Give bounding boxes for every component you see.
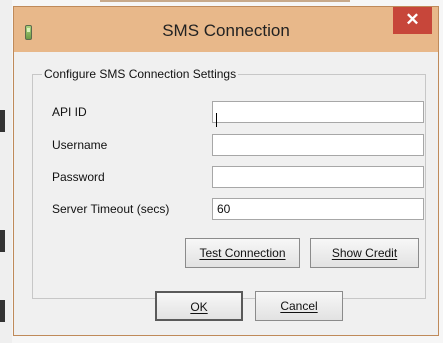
username-input[interactable] bbox=[212, 134, 424, 156]
server-timeout-input[interactable] bbox=[212, 198, 424, 220]
background-mark bbox=[0, 300, 5, 322]
sms-connection-dialog: SMS Connection ✕ Configure SMS Connectio… bbox=[13, 6, 439, 336]
text-caret bbox=[216, 113, 217, 127]
dialog-body: Configure SMS Connection Settings API ID… bbox=[22, 52, 430, 328]
background-window-edge bbox=[0, 0, 12, 343]
title-bar[interactable]: SMS Connection ✕ bbox=[14, 7, 438, 52]
ok-button[interactable]: OK bbox=[155, 291, 243, 321]
test-connection-button[interactable]: Test Connection bbox=[185, 238, 300, 268]
close-button[interactable]: ✕ bbox=[393, 7, 432, 34]
show-credit-button[interactable]: Show Credit bbox=[310, 238, 419, 268]
settings-group-legend: Configure SMS Connection Settings bbox=[42, 67, 239, 81]
desktop-area: SMS Connection ✕ Configure SMS Connectio… bbox=[0, 0, 443, 343]
server-timeout-label: Server Timeout (secs) bbox=[52, 202, 170, 216]
cancel-button[interactable]: Cancel bbox=[255, 291, 343, 321]
api-id-input[interactable] bbox=[212, 101, 424, 123]
background-mark bbox=[0, 230, 5, 252]
username-label: Username bbox=[52, 138, 108, 152]
window-title: SMS Connection bbox=[162, 21, 290, 40]
password-input[interactable] bbox=[212, 166, 424, 188]
password-label: Password bbox=[52, 170, 105, 184]
background-window-edge-top bbox=[100, 0, 350, 2]
api-id-label: API ID bbox=[52, 105, 87, 119]
background-mark bbox=[0, 110, 5, 132]
